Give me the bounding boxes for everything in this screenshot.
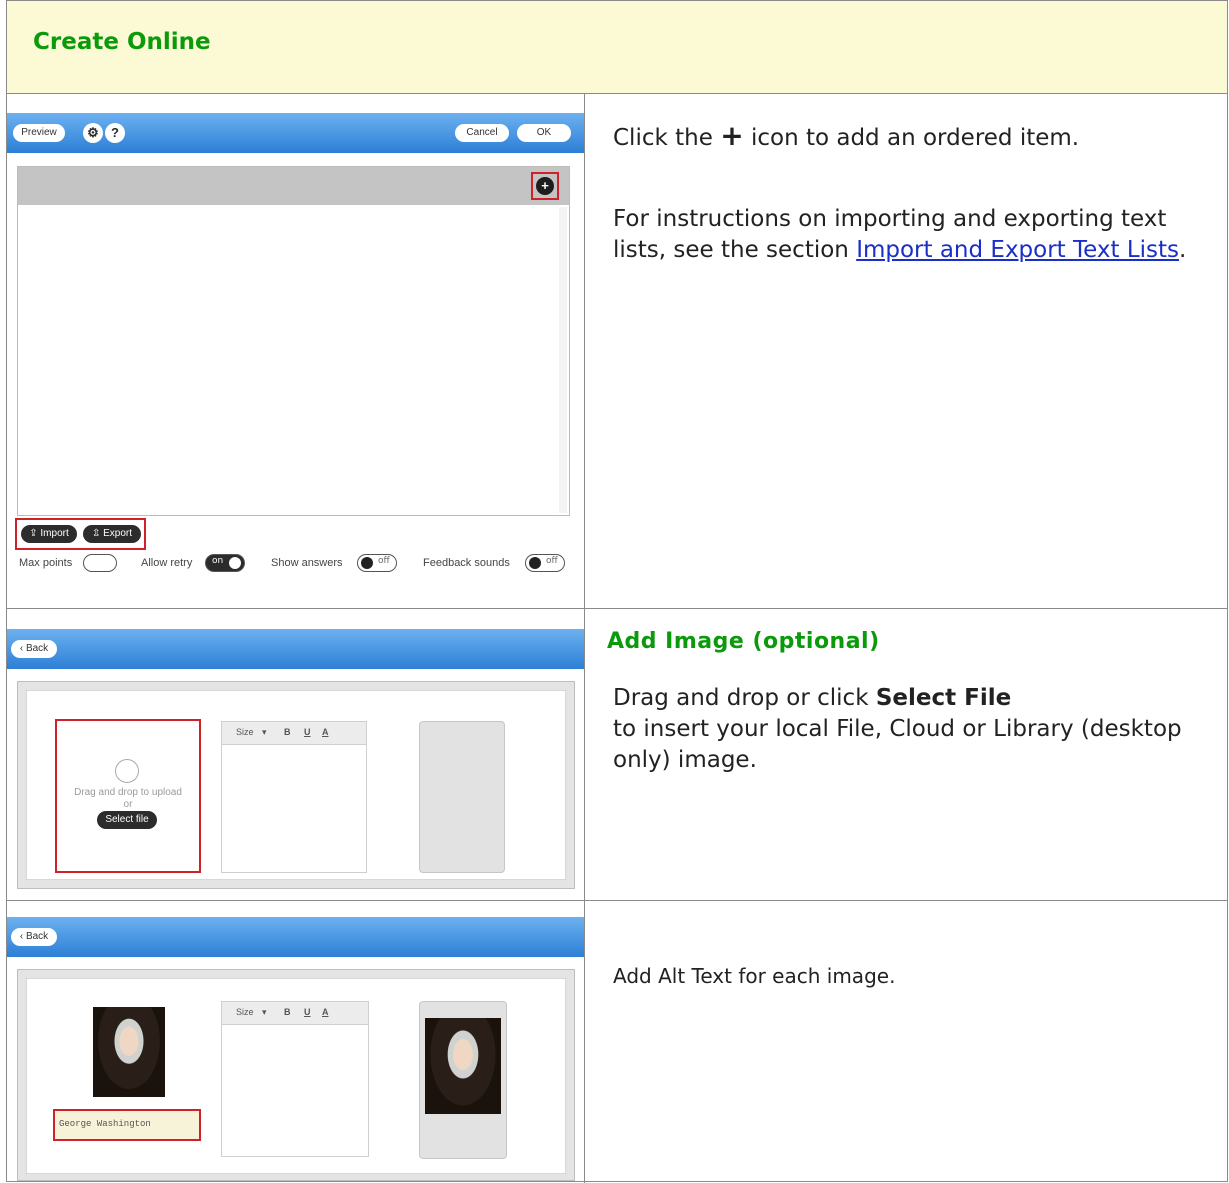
size-dropdown[interactable]: Size [236, 1007, 254, 1017]
screenshot-cell-alt-text: ‹ Back George Washington Size ▾ B U A [7, 901, 585, 1183]
image-placeholder-icon [115, 759, 139, 783]
preview-portrait-image [425, 1018, 501, 1114]
alt-text-value: George Washington [59, 1119, 151, 1129]
toggle-knob [229, 557, 241, 569]
editor-options-bar: Max points Allow retry on Show answers o… [19, 554, 579, 576]
import-button[interactable]: ⇪ Import [21, 525, 77, 543]
allow-retry-state: on [212, 556, 224, 566]
text-editor-box[interactable]: Size ▾ B U A [221, 721, 367, 873]
text-format-toolbar: Size ▾ B U A [222, 1002, 368, 1025]
cancel-button[interactable]: Cancel [455, 124, 509, 142]
description-cell: Click the + icon to add an ordered item.… [585, 94, 1227, 608]
page-title: Create Online [33, 29, 211, 55]
export-label: Export [103, 528, 133, 539]
dropzone-text: Drag and drop to upload [74, 787, 182, 798]
bold-button[interactable]: B [284, 727, 291, 737]
font-color-button[interactable]: A [322, 1007, 329, 1017]
alt-text-input[interactable]: George Washington [53, 1109, 201, 1141]
image-editor-toolbar: ‹ Back [7, 917, 584, 957]
text-format-toolbar: Size ▾ B U A [222, 722, 366, 745]
image-editor-toolbar: ‹ Back [7, 629, 584, 669]
back-button[interactable]: ‹ Back [11, 928, 57, 946]
alt-text-instruction: Add Alt Text for each image. [613, 964, 896, 988]
add-image-heading: Add Image (optional) [607, 629, 880, 654]
screenshot-cell-image-upload: ‹ Back Drag and drop to upload or Select… [7, 609, 585, 900]
back-button[interactable]: ‹ Back [11, 640, 57, 658]
underline-button[interactable]: U [304, 1007, 311, 1017]
editor-toolbar: Preview ⚙ ? Cancel OK [7, 113, 584, 153]
back-label: Back [25, 643, 49, 654]
toggle-knob [361, 557, 373, 569]
add-item-icon[interactable]: + [536, 177, 554, 195]
instruction-line2: to insert your local File, Cloud or Libr… [613, 716, 1182, 773]
screenshot-cell-editor: Preview ⚙ ? Cancel OK + ⇪ Import ⇫ Expor… [7, 94, 585, 608]
instruction-table: Create Online Preview ⚙ ? Cancel OK + ⇪ … [6, 0, 1228, 1183]
table-row-add-image: ‹ Back Drag and drop to upload or Select… [7, 609, 1227, 901]
washington-portrait-image [93, 1007, 165, 1097]
feedback-sounds-toggle[interactable]: off [525, 554, 565, 572]
bold-button[interactable]: B [284, 1007, 291, 1017]
help-icon[interactable]: ? [105, 123, 125, 143]
click-instruction: Click the + icon to add an ordered item. [613, 120, 1079, 154]
underline-button[interactable]: U [304, 727, 311, 737]
instruction-line1-prefix: Drag and drop or click [613, 685, 869, 711]
export-button[interactable]: ⇫ Export [83, 525, 141, 543]
import-label: Import [40, 528, 69, 539]
import-icon: ⇪ [29, 528, 41, 539]
click-suffix: icon to add an ordered item. [750, 125, 1080, 151]
description-cell: Add Image (optional) Drag and drop or cl… [585, 609, 1227, 900]
gear-icon[interactable]: ⚙ [83, 123, 103, 143]
item-list-panel: + [17, 166, 570, 516]
toggle-knob [529, 557, 541, 569]
plus-icon: + [720, 119, 744, 152]
add-image-instruction: Drag and drop or click Select File to in… [613, 683, 1213, 776]
preview-card [419, 1001, 507, 1159]
table-row-ordered-items: Preview ⚙ ? Cancel OK + ⇪ Import ⇫ Expor… [7, 94, 1227, 609]
show-answers-state: off [378, 556, 390, 566]
item-list-header [18, 167, 569, 205]
allow-retry-label: Allow retry [141, 557, 193, 569]
size-dropdown[interactable]: Size [236, 727, 254, 737]
click-prefix: Click the [613, 125, 713, 151]
import-export-instruction: For instructions on importing and export… [613, 204, 1213, 266]
image-editor-frame: George Washington Size ▾ B U A [17, 969, 575, 1181]
item-list-scrollbar[interactable] [559, 207, 567, 513]
select-file-button[interactable]: Select file [97, 811, 157, 829]
show-answers-toggle[interactable]: off [357, 554, 397, 572]
show-answers-label: Show answers [271, 557, 343, 569]
instructions-suffix: . [1179, 237, 1187, 263]
image-editor-content: George Washington Size ▾ B U A [26, 978, 566, 1174]
preview-button[interactable]: Preview [13, 124, 65, 142]
import-export-link[interactable]: Import and Export Text Lists [856, 237, 1179, 263]
back-label: Back [25, 931, 49, 942]
preview-card [419, 721, 505, 873]
size-chevron-icon: ▾ [262, 727, 267, 737]
feedback-sounds-state: off [546, 556, 558, 566]
font-color-button[interactable]: A [322, 727, 329, 737]
size-chevron-icon: ▾ [262, 1007, 267, 1017]
text-editor-box[interactable]: Size ▾ B U A [221, 1001, 369, 1157]
export-icon: ⇫ [91, 528, 104, 539]
select-file-emphasis: Select File [875, 685, 1012, 711]
table-header-row: Create Online [7, 1, 1227, 94]
image-editor-content: Drag and drop to upload or Select file S… [26, 690, 566, 880]
feedback-sounds-label: Feedback sounds [423, 557, 510, 569]
allow-retry-toggle[interactable]: on [205, 554, 245, 572]
ok-button[interactable]: OK [517, 124, 571, 142]
table-row-alt-text: ‹ Back George Washington Size ▾ B U A Ad… [7, 901, 1227, 1183]
max-points-input[interactable] [83, 554, 117, 572]
description-cell: Add Alt Text for each image. [585, 901, 1227, 1183]
upload-dropzone[interactable]: Drag and drop to upload or Select file [55, 719, 201, 873]
max-points-label: Max points [19, 557, 73, 569]
dropzone-or-text: or [123, 799, 133, 810]
image-editor-frame: Drag and drop to upload or Select file S… [17, 681, 575, 889]
